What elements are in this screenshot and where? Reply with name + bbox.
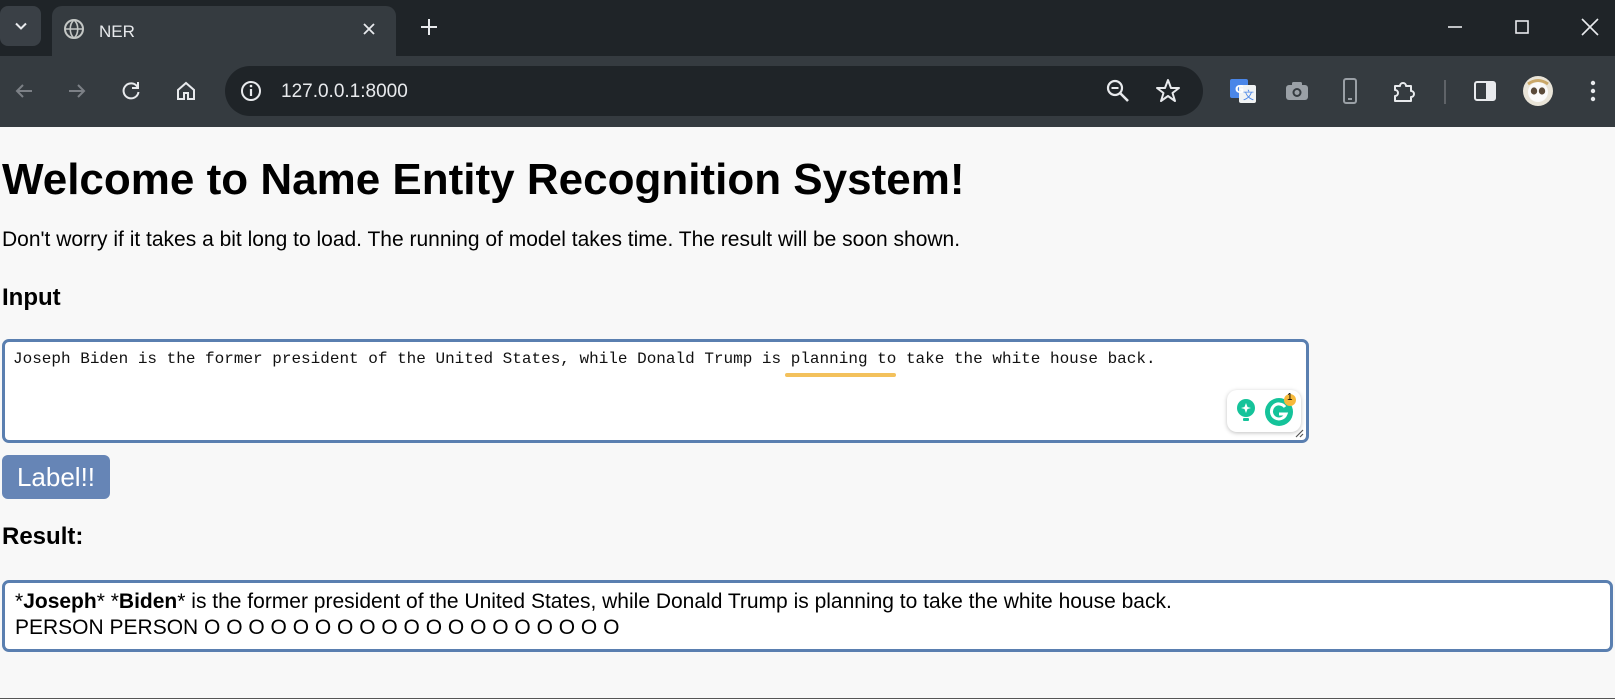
svg-text:文: 文 xyxy=(1243,88,1254,102)
entity-token: Biden xyxy=(118,590,178,613)
toolbar-separator xyxy=(1444,80,1446,104)
phone-icon xyxy=(1343,78,1357,104)
extensions-button[interactable] xyxy=(1387,74,1421,108)
tab-search-button[interactable] xyxy=(0,6,41,46)
home-button[interactable] xyxy=(169,74,203,108)
camera-icon xyxy=(1286,82,1308,100)
zoom-icon[interactable] xyxy=(1105,78,1131,104)
browser-toolbar: 127.0.0.1:8000 G文 xyxy=(0,56,1615,127)
globe-icon xyxy=(64,19,84,39)
google-translate-button[interactable]: G文 xyxy=(1226,74,1260,108)
plus-icon xyxy=(421,19,437,35)
input-textarea-box: Joseph Biden is the former president of … xyxy=(2,339,1309,443)
screenshot-extension-button[interactable] xyxy=(1280,74,1314,108)
home-icon xyxy=(177,81,195,100)
resize-handle-icon[interactable] xyxy=(1292,426,1304,438)
label-button[interactable]: Label!! xyxy=(2,455,110,499)
address-bar[interactable]: 127.0.0.1:8000 xyxy=(225,66,1203,116)
new-tab-button[interactable] xyxy=(414,12,444,42)
result-text: is the former president of the United St… xyxy=(185,590,1172,613)
page-title: Welcome to Name Entity Recognition Syste… xyxy=(2,155,965,204)
arrow-left-icon xyxy=(15,84,32,98)
minimize-icon xyxy=(1448,26,1462,28)
site-info-icon[interactable] xyxy=(239,79,263,103)
grammar-underline xyxy=(785,373,896,377)
result-box: *Joseph* *Biden* is the former president… xyxy=(2,580,1613,652)
avatar xyxy=(1523,76,1553,106)
window-close-button[interactable] xyxy=(1575,12,1605,42)
lightbulb-icon xyxy=(1237,399,1255,421)
profile-button[interactable] xyxy=(1521,74,1555,108)
close-icon xyxy=(363,23,375,35)
url-text[interactable]: 127.0.0.1:8000 xyxy=(281,81,408,103)
tab-close-button[interactable] xyxy=(357,17,381,41)
reload-icon xyxy=(122,82,140,100)
input-heading: Input xyxy=(2,284,61,311)
grammarly-badge-count: 1 xyxy=(1287,392,1293,403)
chrome-menu-button[interactable] xyxy=(1576,74,1610,108)
bookmark-star-icon[interactable] xyxy=(1155,78,1181,104)
side-panel-button[interactable] xyxy=(1468,74,1502,108)
maximize-button[interactable] xyxy=(1507,12,1537,42)
reload-button[interactable] xyxy=(114,74,148,108)
tab-ner[interactable]: NER xyxy=(52,6,396,56)
side-panel-icon xyxy=(1474,81,1496,101)
tab-title: NER xyxy=(99,22,135,41)
result-heading: Result: xyxy=(2,523,84,550)
close-icon xyxy=(1581,18,1599,36)
text-input[interactable]: Joseph Biden is the former president of … xyxy=(13,350,1293,430)
more-vertical-icon xyxy=(1590,80,1596,102)
chevron-down-icon xyxy=(14,22,27,30)
google-translate-icon: G文 xyxy=(1230,79,1256,103)
forward-button[interactable] xyxy=(60,74,94,108)
maximize-icon xyxy=(1515,20,1529,34)
device-toolbar-button[interactable] xyxy=(1333,74,1367,108)
tab-strip: NER xyxy=(0,0,1615,56)
grammarly-widget[interactable]: 1 xyxy=(1227,390,1301,432)
puzzle-icon xyxy=(1394,82,1415,102)
result-sentence: *Joseph* *Biden* is the former president… xyxy=(15,590,1172,613)
entity-token: Joseph xyxy=(23,590,97,613)
page-content: Welcome to Name Entity Recognition Syste… xyxy=(0,127,1615,699)
result-labels: PERSON PERSON O O O O O O O O O O O O O … xyxy=(15,616,620,639)
intro-text: Don't worry if it takes a bit long to lo… xyxy=(2,228,961,251)
minimize-button[interactable] xyxy=(1440,12,1470,42)
arrow-right-icon xyxy=(69,84,86,98)
back-button[interactable] xyxy=(7,74,41,108)
